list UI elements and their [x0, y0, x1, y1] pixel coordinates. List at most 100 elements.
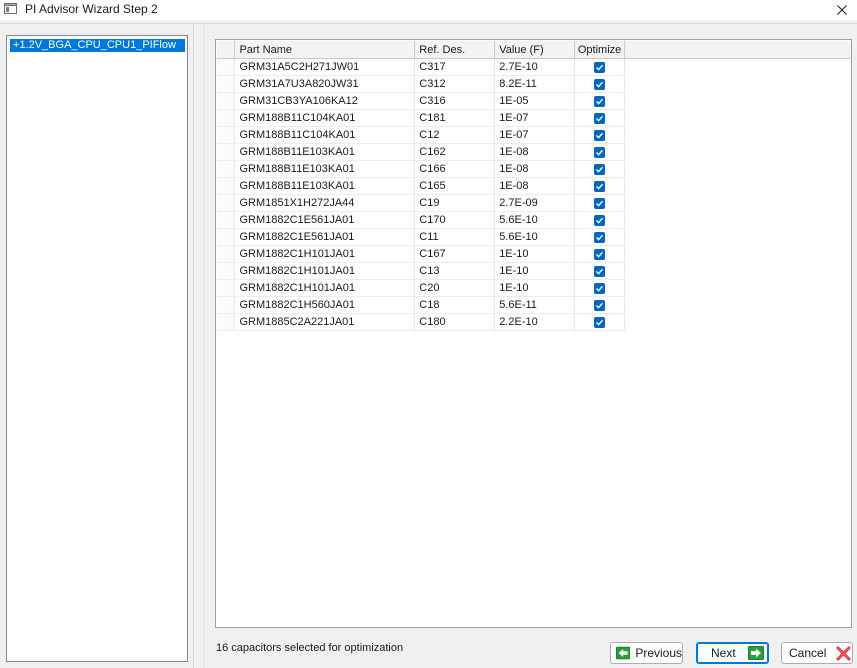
- cell-value[interactable]: 1E-08: [494, 143, 576, 161]
- row-header[interactable]: [217, 177, 236, 195]
- optimize-checkbox[interactable]: [594, 282, 606, 294]
- column-header-part-name[interactable]: Part Name: [234, 41, 416, 59]
- cell-ref-des[interactable]: C19: [414, 194, 496, 212]
- optimize-checkbox[interactable]: [594, 112, 606, 124]
- table-row[interactable]: GRM31A5C2H271JW01 C317 2.7E-10: [217, 58, 851, 76]
- capacitor-grid[interactable]: Part Name Ref. Des. Value (F) Optimize G…: [215, 39, 852, 628]
- cell-part-name[interactable]: GRM188B11E103KA01: [234, 177, 416, 195]
- cell-part-name[interactable]: GRM1885C2A221JA01: [234, 313, 416, 331]
- cell-part-name[interactable]: GRM188B11C104KA01: [234, 109, 416, 127]
- row-header[interactable]: [217, 262, 236, 280]
- table-row[interactable]: GRM1882C1E561JA01 C11 5.6E-10: [217, 228, 851, 246]
- cell-part-name[interactable]: GRM1882C1H101JA01: [234, 245, 416, 263]
- cell-ref-des[interactable]: C167: [414, 245, 496, 263]
- table-row[interactable]: GRM188B11C104KA01 C181 1E-07: [217, 109, 851, 127]
- table-row[interactable]: GRM188B11C104KA01 C12 1E-07: [217, 126, 851, 144]
- cell-value[interactable]: 8.2E-11: [494, 75, 576, 93]
- optimize-checkbox[interactable]: [594, 61, 606, 73]
- cell-part-name[interactable]: GRM188B11C104KA01: [234, 126, 416, 144]
- cell-value[interactable]: 5.6E-10: [494, 228, 576, 246]
- optimize-checkbox[interactable]: [594, 95, 606, 107]
- table-row[interactable]: GRM1882C1H101JA01 C13 1E-10: [217, 262, 851, 280]
- optimize-checkbox[interactable]: [594, 78, 606, 90]
- table-row[interactable]: GRM188B11E103KA01 C166 1E-08: [217, 160, 851, 178]
- column-header-ref-des[interactable]: Ref. Des.: [414, 41, 496, 59]
- table-row[interactable]: GRM1851X1H272JA44 C19 2.7E-09: [217, 194, 851, 212]
- row-header[interactable]: [217, 313, 236, 331]
- cell-ref-des[interactable]: C317: [414, 58, 496, 76]
- row-header[interactable]: [217, 245, 236, 263]
- panel-splitter[interactable]: [193, 24, 194, 668]
- cell-ref-des[interactable]: C165: [414, 177, 496, 195]
- cell-part-name[interactable]: GRM1882C1H560JA01: [234, 296, 416, 314]
- cell-value[interactable]: 2.2E-10: [494, 313, 576, 331]
- tree-item-flow[interactable]: +1.2V_BGA_CPU_CPU1_PIFlow: [10, 39, 185, 52]
- cancel-button[interactable]: Cancel: [781, 642, 853, 664]
- column-header-value[interactable]: Value (F): [494, 41, 576, 59]
- row-header[interactable]: [217, 58, 236, 76]
- cell-value[interactable]: 1E-07: [494, 126, 576, 144]
- row-header[interactable]: [217, 109, 236, 127]
- row-header[interactable]: [217, 92, 236, 110]
- cell-value[interactable]: 1E-08: [494, 177, 576, 195]
- table-row[interactable]: GRM1882C1H101JA01 C167 1E-10: [217, 245, 851, 263]
- close-button[interactable]: [827, 0, 857, 20]
- optimize-checkbox[interactable]: [594, 163, 606, 175]
- cell-part-name[interactable]: GRM188B11E103KA01: [234, 160, 416, 178]
- row-header[interactable]: [217, 211, 236, 229]
- cell-part-name[interactable]: GRM31CB3YA106KA12: [234, 92, 416, 110]
- cell-part-name[interactable]: GRM1882C1E561JA01: [234, 211, 416, 229]
- optimize-checkbox[interactable]: [594, 265, 606, 277]
- optimize-checkbox[interactable]: [594, 214, 606, 226]
- row-header[interactable]: [217, 126, 236, 144]
- cell-part-name[interactable]: GRM1882C1H101JA01: [234, 279, 416, 297]
- cell-ref-des[interactable]: C166: [414, 160, 496, 178]
- cell-ref-des[interactable]: C13: [414, 262, 496, 280]
- table-row[interactable]: GRM188B11E103KA01 C165 1E-08: [217, 177, 851, 195]
- optimize-checkbox[interactable]: [594, 197, 606, 209]
- optimize-checkbox[interactable]: [594, 248, 606, 260]
- cell-part-name[interactable]: GRM188B11E103KA01: [234, 143, 416, 161]
- table-row[interactable]: GRM31CB3YA106KA12 C316 1E-05: [217, 92, 851, 110]
- cell-value[interactable]: 1E-07: [494, 109, 576, 127]
- cell-part-name[interactable]: GRM31A7U3A820JW31: [234, 75, 416, 93]
- cell-ref-des[interactable]: C20: [414, 279, 496, 297]
- cell-ref-des[interactable]: C18: [414, 296, 496, 314]
- cell-part-name[interactable]: GRM31A5C2H271JW01: [234, 58, 416, 76]
- cell-ref-des[interactable]: C170: [414, 211, 496, 229]
- cell-ref-des[interactable]: C180: [414, 313, 496, 331]
- cell-part-name[interactable]: GRM1882C1E561JA01: [234, 228, 416, 246]
- row-header[interactable]: [217, 143, 236, 161]
- row-header[interactable]: [217, 75, 236, 93]
- cell-ref-des[interactable]: C181: [414, 109, 496, 127]
- row-header[interactable]: [217, 160, 236, 178]
- cell-value[interactable]: 1E-10: [494, 262, 576, 280]
- cell-ref-des[interactable]: C12: [414, 126, 496, 144]
- cell-ref-des[interactable]: C316: [414, 92, 496, 110]
- cell-value[interactable]: 2.7E-10: [494, 58, 576, 76]
- row-header[interactable]: [217, 279, 236, 297]
- cell-part-name[interactable]: GRM1851X1H272JA44: [234, 194, 416, 212]
- table-row[interactable]: GRM1882C1H560JA01 C18 5.6E-11: [217, 296, 851, 314]
- cell-ref-des[interactable]: C312: [414, 75, 496, 93]
- flow-tree[interactable]: +1.2V_BGA_CPU_CPU1_PIFlow: [6, 35, 188, 662]
- row-header[interactable]: [217, 296, 236, 314]
- optimize-checkbox[interactable]: [594, 180, 606, 192]
- optimize-checkbox[interactable]: [594, 316, 606, 328]
- optimize-checkbox[interactable]: [594, 129, 606, 141]
- previous-button[interactable]: Previous: [610, 642, 683, 664]
- cell-ref-des[interactable]: C11: [414, 228, 496, 246]
- cell-value[interactable]: 1E-05: [494, 92, 576, 110]
- column-header-optimize[interactable]: Optimize: [574, 41, 626, 59]
- cell-value[interactable]: 1E-10: [494, 279, 576, 297]
- cell-value[interactable]: 5.6E-11: [494, 296, 576, 314]
- table-row[interactable]: GRM1882C1E561JA01 C170 5.6E-10: [217, 211, 851, 229]
- row-header[interactable]: [217, 228, 236, 246]
- optimize-checkbox[interactable]: [594, 146, 606, 158]
- optimize-checkbox[interactable]: [594, 231, 606, 243]
- cell-ref-des[interactable]: C162: [414, 143, 496, 161]
- cell-part-name[interactable]: GRM1882C1H101JA01: [234, 262, 416, 280]
- cell-value[interactable]: 1E-08: [494, 160, 576, 178]
- row-header[interactable]: [217, 194, 236, 212]
- table-row[interactable]: GRM31A7U3A820JW31 C312 8.2E-11: [217, 75, 851, 93]
